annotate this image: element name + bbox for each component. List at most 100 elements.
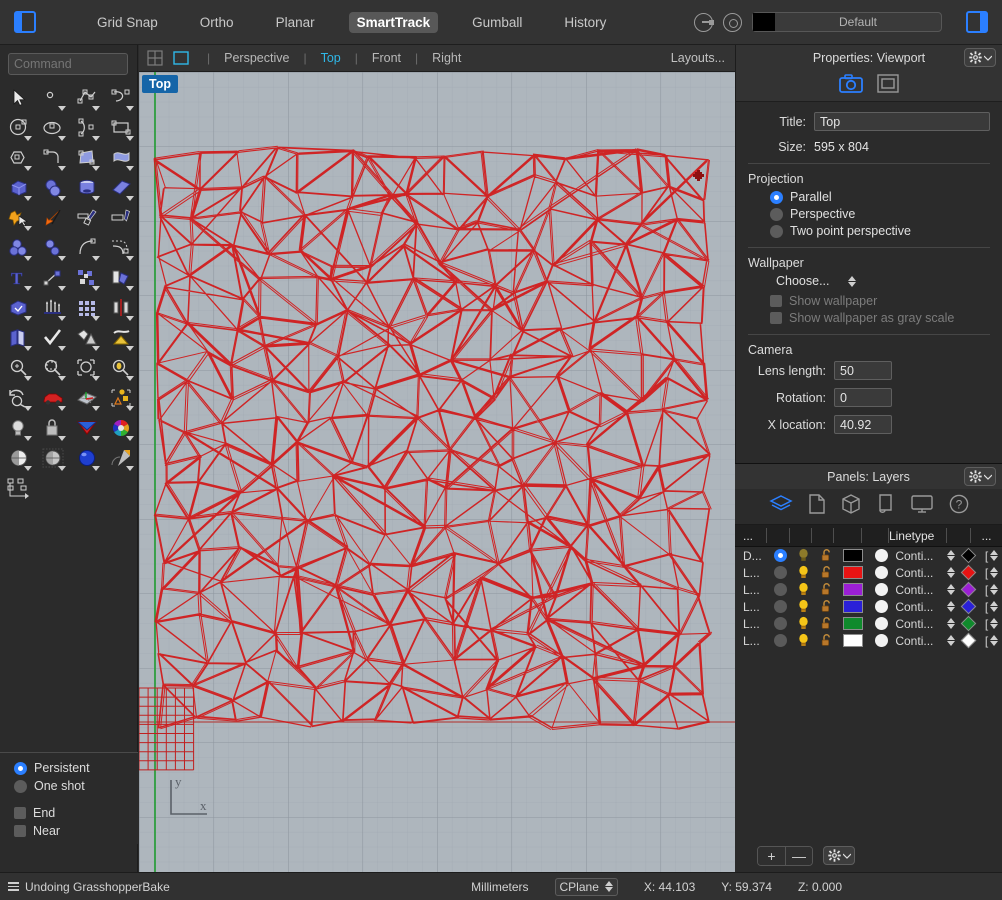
layer-color-swatch[interactable] [838,564,867,581]
current-layer-dot-icon[interactable] [773,600,787,613]
layer-print-width[interactable]: [ [981,564,1002,581]
flyout-arrow-icon[interactable] [58,376,66,381]
layer-color-swatch[interactable] [838,547,867,564]
object-box-icon[interactable] [841,494,861,519]
tool-color-wheel[interactable] [104,413,138,443]
layer-lock-toggle[interactable] [815,632,838,649]
flyout-arrow-icon[interactable] [126,376,134,381]
flyout-arrow-icon[interactable] [126,196,134,201]
tool-check[interactable] [36,323,70,353]
layer-col-current[interactable] [767,525,791,546]
tool-surface-edge[interactable] [70,143,104,173]
flyout-arrow-icon[interactable] [24,436,32,441]
flyout-arrow-icon[interactable] [24,466,32,471]
four-viewport-icon[interactable] [147,50,163,66]
tool-block[interactable] [2,473,36,503]
checkbox-near-icon[interactable] [14,825,26,837]
flyout-arrow-icon[interactable] [92,466,100,471]
flyout-arrow-icon[interactable] [58,316,66,321]
tool-circle[interactable] [2,113,36,143]
current-layer-dot-icon[interactable] [773,566,787,579]
command-input[interactable] [8,53,128,75]
tool-split[interactable] [104,203,138,233]
flyout-arrow-icon[interactable] [24,316,32,321]
wallpaper-choose-row[interactable]: Choose... [776,274,990,288]
layer-color-swatch[interactable] [838,632,867,649]
flyout-arrow-icon[interactable] [58,106,66,111]
flyout-arrow-icon[interactable] [24,346,32,351]
flyout-arrow-icon[interactable] [126,346,134,351]
layer-lock-toggle[interactable] [815,598,838,615]
layer-material-swatch[interactable] [867,581,896,598]
layer-lock-toggle[interactable] [815,581,838,598]
tool-polyline[interactable] [70,83,104,113]
flyout-arrow-icon[interactable] [24,286,32,291]
osnap-check-near[interactable]: Near [14,824,138,838]
tool-material[interactable] [70,413,104,443]
layer-print-color-swatch[interactable] [956,564,981,581]
layer-current-toggle[interactable] [768,615,793,632]
viewport-name-label[interactable]: Top [142,75,178,93]
viewport-tab-perspective[interactable]: Perspective [218,51,295,65]
layer-name[interactable]: L... [735,581,768,598]
layer-print-width[interactable]: [ [981,581,1002,598]
layer-print-width[interactable]: [ [981,547,1002,564]
flyout-arrow-icon[interactable] [126,256,134,261]
layer-material-swatch[interactable] [867,547,896,564]
flyout-arrow-icon[interactable] [92,106,100,111]
checkbox-end-icon[interactable] [14,807,26,819]
flyout-arrow-icon[interactable] [126,136,134,141]
add-layer-button[interactable]: + [758,846,785,865]
tool-grid-array[interactable] [70,293,104,323]
flyout-arrow-icon[interactable] [126,106,134,111]
viewport-tab-right[interactable]: Right [426,51,467,65]
radio-persistent-icon[interactable] [14,761,27,775]
tool-dimension[interactable] [36,263,70,293]
tool-blend-curve[interactable] [70,233,104,263]
layer-lock-toggle[interactable] [815,615,838,632]
current-layer-selector[interactable]: Default [752,12,942,32]
current-layer-dot-icon[interactable] [773,549,787,562]
remove-layer-button[interactable]: — [785,846,812,865]
flyout-arrow-icon[interactable] [24,166,32,171]
layers-gear-button[interactable] [964,467,996,486]
cplane-selector[interactable]: CPlane [554,877,618,896]
layer-current-toggle[interactable] [768,564,793,581]
flyout-arrow-icon[interactable] [92,346,100,351]
flyout-arrow-icon[interactable] [126,466,134,471]
current-layer-color-swatch[interactable] [753,13,775,31]
right-panel-toggle-icon[interactable] [966,11,988,33]
target-icon[interactable] [723,12,742,32]
layer-row[interactable]: L... Conti... [ [735,598,1002,615]
tool-select-objects[interactable] [104,383,138,413]
flyout-arrow-icon[interactable] [126,286,134,291]
current-layer-dot-icon[interactable] [773,617,787,630]
flyout-arrow-icon[interactable] [58,166,66,171]
layer-linetype-stepper[interactable] [945,564,956,581]
layouts-button[interactable]: Layouts... [671,51,725,65]
tool-ghosted-view[interactable] [36,443,70,473]
viewport-title-input[interactable] [814,112,990,131]
flyout-arrow-icon[interactable] [92,256,100,261]
current-layer-dot-icon[interactable] [773,634,787,647]
layer-linetype-stepper[interactable] [945,547,956,564]
layer-visibility-toggle[interactable] [793,598,816,615]
layer-linetype[interactable]: Conti... [895,547,945,564]
layer-col-print-width[interactable]: ... [971,525,1002,546]
layer-visibility-toggle[interactable] [793,581,816,598]
toolbar-item-smarttrack[interactable]: SmartTrack [348,11,439,33]
toolbar-item-grid-snap[interactable]: Grid Snap [89,12,166,33]
tool-loft[interactable] [36,293,70,323]
layer-print-width[interactable]: [ [981,615,1002,632]
flyout-arrow-icon[interactable] [92,436,100,441]
layer-row[interactable]: L... Conti... [ [735,632,1002,649]
flyout-arrow-icon[interactable] [92,136,100,141]
tool-zoom-selected[interactable] [104,353,138,383]
flyout-arrow-icon[interactable] [24,256,32,261]
layer-row[interactable]: L... Conti... [ [735,564,1002,581]
flyout-arrow-icon[interactable] [126,166,134,171]
layer-name[interactable]: D... [735,547,768,564]
flyout-arrow-icon[interactable] [24,226,32,231]
layers-icon[interactable] [768,494,793,519]
layer-col-linetype[interactable]: Linetype [889,525,948,546]
